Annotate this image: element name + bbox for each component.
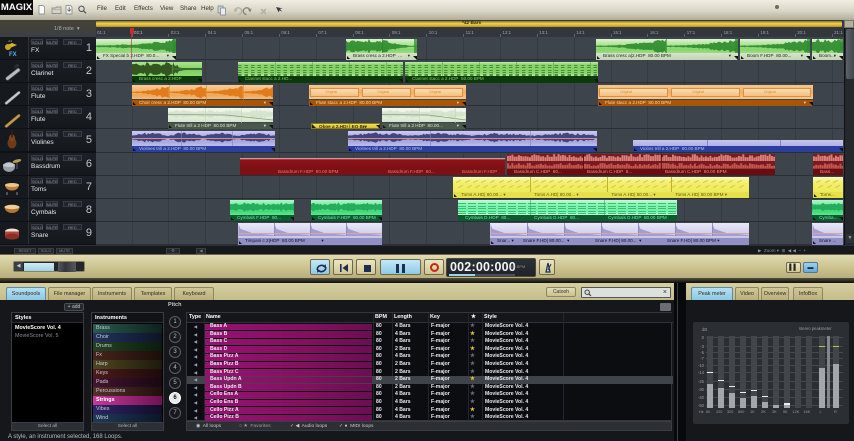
svg-text:●●: ●● bbox=[8, 39, 12, 43]
svg-text:FX: FX bbox=[9, 52, 17, 58]
